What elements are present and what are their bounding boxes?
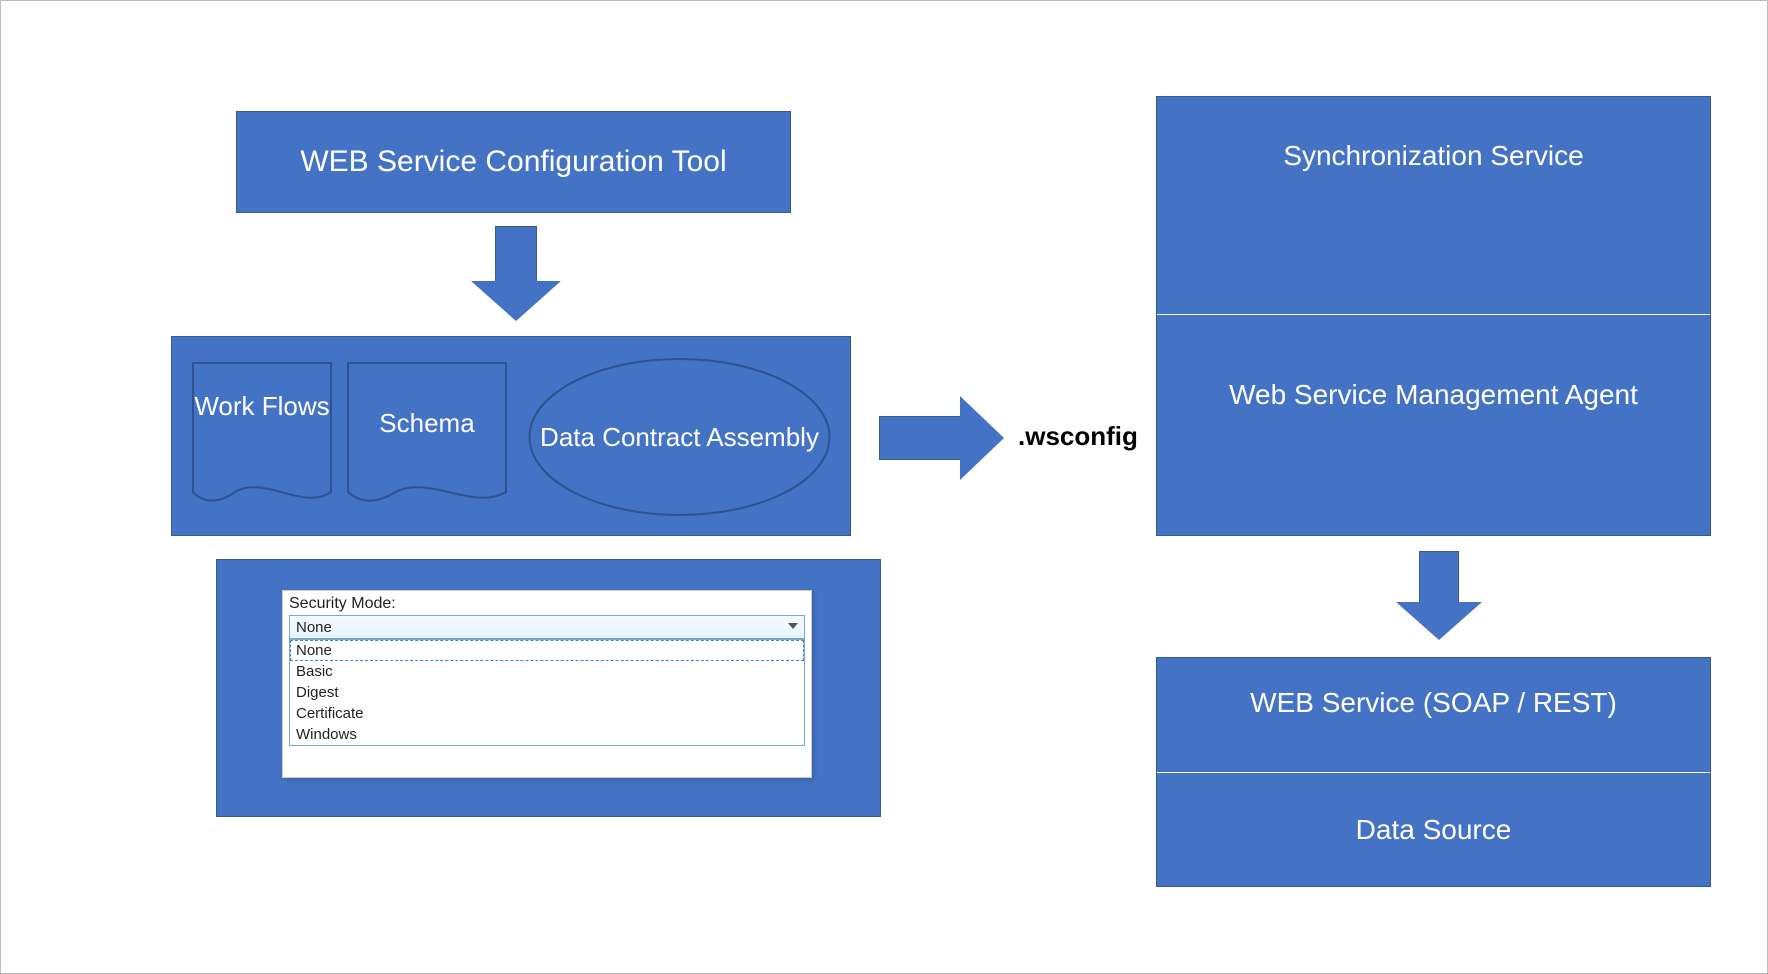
diagram-canvas: WEB Service Configuration Tool Work Flow… (0, 0, 1768, 974)
mgmt-agent-label: Web Service Management Agent (1229, 379, 1638, 411)
security-mode-label: Security Mode: (283, 591, 811, 615)
arrow-agent-to-service (1396, 551, 1482, 641)
web-service-label: WEB Service (SOAP / REST) (1250, 687, 1617, 719)
right-stack: Synchronization Service Web Service Mana… (1156, 96, 1711, 536)
arrow-config-to-components (471, 226, 561, 321)
sync-service-label: Synchronization Service (1283, 140, 1583, 172)
security-option-none[interactable]: None (290, 640, 804, 661)
web-service-cell: WEB Service (SOAP / REST) (1157, 658, 1710, 773)
security-option-windows[interactable]: Windows (290, 724, 804, 745)
security-mode-select[interactable]: None (289, 615, 805, 639)
chevron-down-icon (788, 623, 798, 629)
workflows-doc: Work Flows (192, 362, 332, 512)
security-mode-listbox[interactable]: None Basic Digest Certificate Windows (289, 639, 805, 746)
data-contract-label: Data Contract Assembly (540, 421, 819, 454)
data-source-cell: Data Source (1157, 773, 1710, 886)
security-panel: Security Mode: None None Basic Digest Ce… (282, 590, 812, 778)
workflows-label: Work Flows (192, 362, 332, 423)
wsconfig-label: .wsconfig (1018, 421, 1138, 452)
components-container: Work Flows Schema Data Contract Assembly (171, 336, 851, 536)
security-container: Security Mode: None None Basic Digest Ce… (216, 559, 881, 817)
data-source-label: Data Source (1356, 814, 1512, 846)
security-option-basic[interactable]: Basic (290, 661, 804, 682)
arrow-wsconfig (879, 396, 1004, 480)
bottom-stack: WEB Service (SOAP / REST) Data Source (1156, 657, 1711, 887)
config-tool-label: WEB Service Configuration Tool (300, 145, 726, 179)
sync-service-cell: Synchronization Service (1157, 97, 1710, 315)
mgmt-agent-cell: Web Service Management Agent (1157, 315, 1710, 535)
schema-label: Schema (347, 362, 507, 440)
security-option-digest[interactable]: Digest (290, 682, 804, 703)
data-contract-ellipse: Data Contract Assembly (527, 357, 832, 517)
config-tool-box: WEB Service Configuration Tool (236, 111, 791, 213)
security-mode-selected: None (296, 619, 332, 636)
security-option-certificate[interactable]: Certificate (290, 703, 804, 724)
schema-doc: Schema (347, 362, 507, 512)
